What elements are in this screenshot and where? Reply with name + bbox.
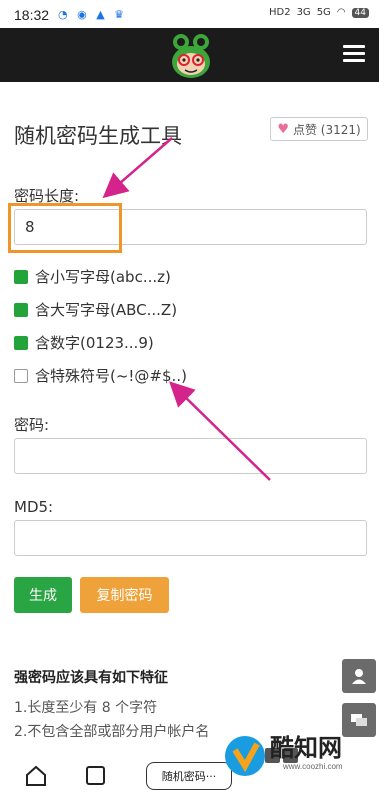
- watermark-text: 酷知网: [270, 734, 342, 762]
- home-icon[interactable]: [25, 765, 47, 787]
- current-tab[interactable]: 随机密码···: [146, 762, 232, 790]
- tabs-icon[interactable]: [85, 765, 107, 787]
- watermark-url: www.coozhi.com: [283, 762, 343, 771]
- arrow-to-symbols: [169, 381, 271, 481]
- arrow-to-length: [102, 137, 173, 199]
- annotation-arrows: [102, 137, 271, 481]
